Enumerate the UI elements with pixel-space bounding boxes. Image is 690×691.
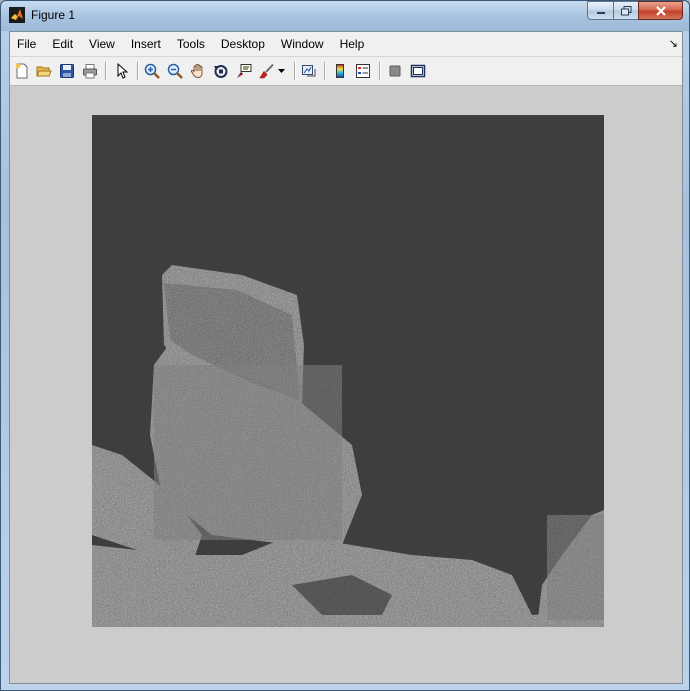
hide-plot-tools-button[interactable] <box>385 61 405 81</box>
zoom-out-button[interactable] <box>165 61 185 81</box>
new-figure-icon <box>15 63 28 79</box>
menu-edit[interactable]: Edit <box>44 32 81 56</box>
menu-tools[interactable]: Tools <box>169 32 213 56</box>
restore-icon <box>620 5 631 15</box>
title-bar[interactable]: Figure 1 <box>1 1 689 31</box>
insert-colorbar-icon <box>336 64 344 78</box>
data-cursor-button[interactable] <box>234 61 254 81</box>
figure-toolbar <box>10 57 682 86</box>
insert-legend-button[interactable] <box>353 61 373 81</box>
window-title: Figure 1 <box>31 8 76 22</box>
dock-figure-icon[interactable]: ↘ <box>669 37 678 50</box>
print-figure-icon <box>83 64 97 79</box>
pan-icon <box>190 64 203 78</box>
open-file-icon <box>36 66 52 77</box>
close-button[interactable] <box>638 1 683 20</box>
data-cursor-icon <box>237 64 252 78</box>
menu-desktop[interactable]: Desktop <box>213 32 273 56</box>
link-plot-icon <box>302 65 316 77</box>
chevron-down-icon <box>278 69 285 73</box>
rotate-3d-button[interactable] <box>211 61 231 81</box>
menu-help[interactable]: Help <box>332 32 373 56</box>
toolbar-separator <box>294 62 296 80</box>
restore-button[interactable] <box>613 1 639 20</box>
toolbar-separator <box>137 62 139 80</box>
menu-insert[interactable]: Insert <box>123 32 169 56</box>
toolbar-separator <box>379 62 381 80</box>
menu-bar: File Edit View Insert Tools Desktop Wind… <box>10 32 682 57</box>
zoom-in-button[interactable] <box>142 61 162 81</box>
link-plot-button[interactable] <box>299 61 319 81</box>
menu-view[interactable]: View <box>81 32 123 56</box>
zoom-in-icon <box>144 63 160 79</box>
new-figure-button[interactable] <box>12 61 32 81</box>
print-figure-button[interactable] <box>80 61 100 81</box>
minimize-icon <box>596 11 605 14</box>
rotate-3d-icon <box>214 65 228 78</box>
zoom-out-icon <box>167 63 183 79</box>
figure-window: Figure 1 File Edit View Insert Tools Des… <box>0 0 690 691</box>
brush-dropdown-button[interactable] <box>276 61 288 81</box>
show-plot-tools-icon <box>410 64 426 78</box>
save-figure-icon <box>60 64 74 78</box>
menu-file[interactable]: File <box>10 32 44 56</box>
menu-window[interactable]: Window <box>273 32 332 56</box>
insert-colorbar-button[interactable] <box>330 61 350 81</box>
show-plot-tools-button[interactable] <box>408 61 428 81</box>
toolbar-separator <box>105 62 107 80</box>
brush-icon <box>259 63 274 79</box>
image-axes[interactable] <box>92 115 604 627</box>
minimize-button[interactable] <box>587 1 614 20</box>
figure-client-area: File Edit View Insert Tools Desktop Wind… <box>9 31 683 684</box>
save-figure-button[interactable] <box>57 61 77 81</box>
edit-plot-icon <box>117 63 129 79</box>
close-icon <box>655 5 666 16</box>
edit-plot-button[interactable] <box>112 61 132 81</box>
grayscale-rock-boulders-image <box>92 115 604 627</box>
insert-legend-icon <box>356 64 370 78</box>
hide-plot-tools-icon <box>389 65 401 77</box>
brush-button[interactable] <box>257 61 277 81</box>
open-file-button[interactable] <box>34 61 54 81</box>
toolbar-separator <box>324 62 326 80</box>
pan-button[interactable] <box>188 61 208 81</box>
matlab-logo-icon <box>9 7 25 23</box>
